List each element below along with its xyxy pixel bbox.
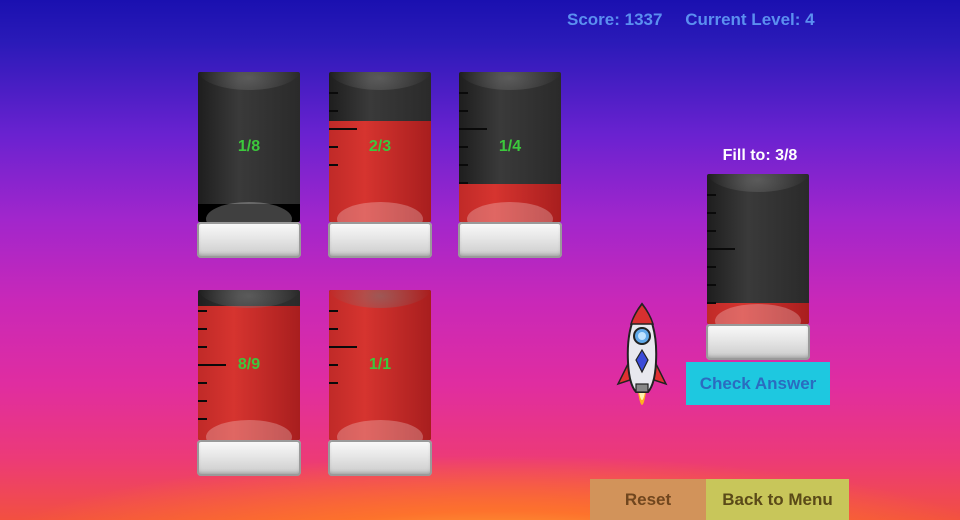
fraction-cylinder-3[interactable]: 1/4 [458, 72, 562, 260]
level-text: Current Level: 4 [685, 10, 815, 29]
major-tick [459, 128, 487, 130]
minor-tick [459, 182, 468, 184]
minor-tick [329, 310, 338, 312]
minor-tick [329, 382, 338, 384]
target-cylinder[interactable] [706, 174, 810, 362]
minor-tick [459, 110, 468, 112]
minor-tick [707, 284, 716, 286]
cylinder-label: 8/9 [237, 356, 261, 373]
minor-tick [459, 164, 468, 166]
cylinder-base [197, 440, 301, 476]
cylinder-fill [198, 204, 300, 222]
major-tick [329, 128, 357, 130]
cylinder-fill [459, 184, 561, 222]
minor-tick [707, 266, 716, 268]
cylinder-base [458, 222, 562, 258]
fraction-cylinder-2[interactable]: 2/3 [328, 72, 432, 260]
cylinder-body: 1/8 [198, 72, 300, 222]
cylinder-base [197, 222, 301, 258]
cylinder-body: 2/3 [329, 72, 431, 222]
rocket-icon [616, 302, 668, 405]
minor-tick [329, 92, 338, 94]
cylinder-body: 1/1 [329, 290, 431, 440]
cylinder-base [328, 440, 432, 476]
cylinder-body [707, 174, 809, 324]
target-label: Fill to: 3/8 [722, 147, 798, 164]
minor-tick [707, 230, 716, 232]
minor-tick [329, 328, 338, 330]
minor-tick [198, 328, 207, 330]
cylinder-label: 1/4 [498, 138, 522, 155]
cylinder-body: 8/9 [198, 290, 300, 440]
cylinder-fill [329, 121, 431, 222]
cylinder-label: 1/1 [368, 356, 392, 373]
cylinder-base [328, 222, 432, 258]
major-tick [707, 248, 735, 250]
cylinder-label: 2/3 [368, 138, 392, 155]
cylinder-base [706, 324, 810, 360]
minor-tick [707, 212, 716, 214]
major-tick [329, 346, 357, 348]
fraction-cylinder-5[interactable]: 1/1 [328, 290, 432, 478]
minor-tick [707, 194, 716, 196]
minor-tick [329, 164, 338, 166]
minor-tick [198, 382, 207, 384]
minor-tick [198, 310, 207, 312]
cylinder-fill [707, 303, 809, 324]
fraction-cylinder-4[interactable]: 8/9 [197, 290, 301, 478]
reset-button[interactable]: Reset [590, 479, 706, 520]
hud: Score: 1337 Current Level: 4 [567, 10, 833, 30]
fraction-cylinder-1[interactable]: 1/8 [197, 72, 301, 260]
minor-tick [198, 346, 207, 348]
minor-tick [707, 302, 716, 304]
minor-tick [459, 92, 468, 94]
minor-tick [198, 400, 207, 402]
cylinder-label: 1/8 [237, 138, 261, 155]
minor-tick [329, 110, 338, 112]
score-text: Score: 1337 [567, 10, 663, 29]
back-to-menu-button[interactable]: Back to Menu [706, 479, 849, 520]
minor-tick [198, 418, 207, 420]
cylinder-body: 1/4 [459, 72, 561, 222]
check-answer-button[interactable]: Check Answer [686, 362, 830, 405]
